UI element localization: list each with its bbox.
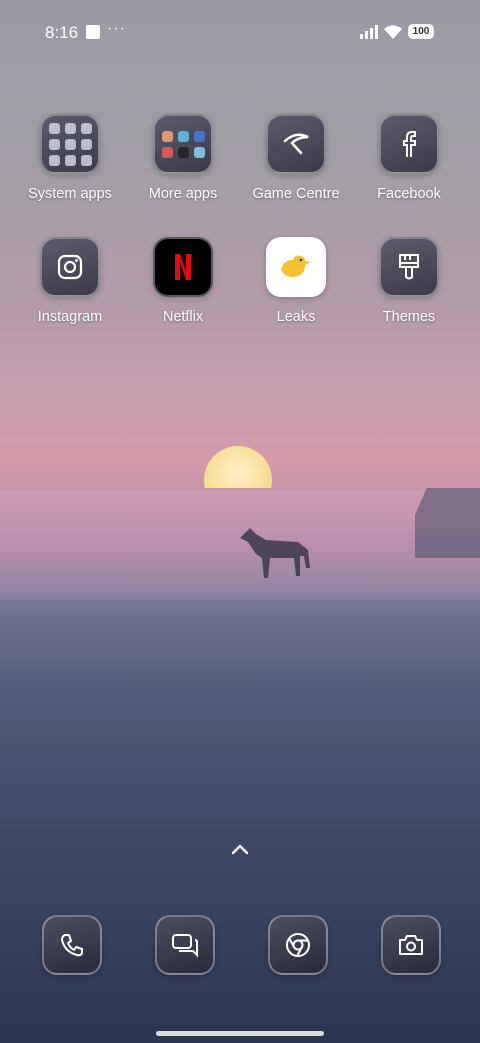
app-label: Instagram <box>37 309 103 325</box>
signal-icon <box>360 25 378 39</box>
app-label: Facebook <box>377 186 441 202</box>
netflix-icon <box>153 237 213 297</box>
facebook-icon <box>379 114 439 174</box>
app-more-apps[interactable]: More apps <box>128 114 238 202</box>
chrome-icon <box>268 915 328 975</box>
wallpaper-horse <box>240 528 310 578</box>
leaks-bird-icon <box>266 237 326 297</box>
status-time: 8:16 <box>45 23 79 42</box>
folder-icon <box>153 114 213 174</box>
app-netflix[interactable]: Netflix <box>128 237 238 325</box>
app-game-centre[interactable]: Game Centre <box>241 114 351 202</box>
app-label: Themes <box>382 309 436 325</box>
app-drawer-chevron-up-icon[interactable] <box>231 843 249 855</box>
app-leaks[interactable]: Leaks <box>241 237 351 325</box>
dock-camera[interactable] <box>381 915 441 975</box>
app-label: Leaks <box>276 309 316 325</box>
game-centre-icon <box>266 114 326 174</box>
gesture-navigation-bar[interactable] <box>156 1031 324 1036</box>
more-notifications-icon: ··· <box>107 20 126 37</box>
wallpaper-field <box>0 600 480 1043</box>
brush-icon <box>379 237 439 297</box>
app-label: System apps <box>28 186 112 202</box>
app-instagram[interactable]: Instagram <box>15 237 125 325</box>
notification-icon <box>86 25 100 39</box>
camera-icon <box>381 915 441 975</box>
messages-icon <box>155 915 215 975</box>
app-facebook[interactable]: Facebook <box>354 114 464 202</box>
app-themes[interactable]: Themes <box>354 237 464 325</box>
app-label: Game Centre <box>252 186 340 202</box>
app-label: Netflix <box>162 309 204 325</box>
dock-messages[interactable] <box>155 915 215 975</box>
battery-icon: 100 <box>408 24 434 39</box>
app-label: More apps <box>148 186 218 202</box>
wallpaper-barn <box>415 488 480 558</box>
status-bar: 8:16 ··· 100 <box>0 0 480 64</box>
dock-phone[interactable] <box>42 915 102 975</box>
folder-icon <box>40 114 100 174</box>
instagram-icon <box>40 237 100 297</box>
phone-icon <box>42 915 102 975</box>
dock-chrome[interactable] <box>268 915 328 975</box>
app-system-apps[interactable]: System apps <box>15 114 125 202</box>
wifi-icon <box>384 25 402 39</box>
